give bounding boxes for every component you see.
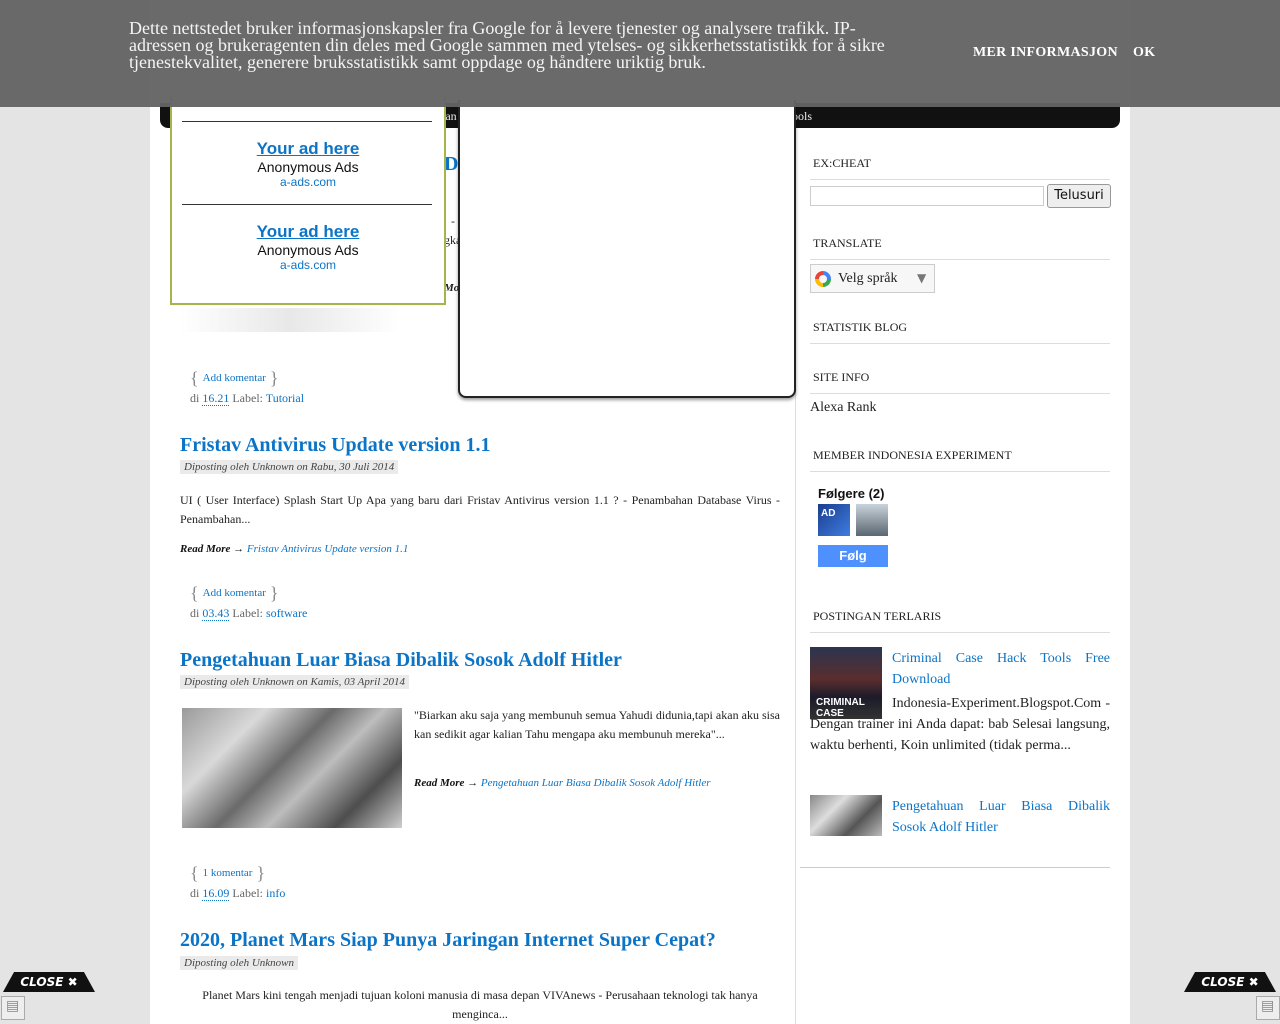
- readmore-label[interactable]: Read More: [414, 777, 464, 789]
- widget-title-popular: POSTINGAN TERLARIS: [810, 609, 1110, 633]
- ad-headline[interactable]: Your ad here: [172, 139, 444, 159]
- post-body: UI ( User Interface) Splash Start Up Apa…: [180, 493, 780, 526]
- brace-right: }: [269, 368, 279, 388]
- comment-row: {1 komentar}: [190, 863, 265, 884]
- post-footer: di 03.43 Label: software: [190, 606, 307, 621]
- avatar[interactable]: AD: [818, 504, 850, 536]
- translate-select[interactable]: Velg språk ▼: [810, 264, 935, 293]
- readmore-row: Read More → Fristav Antivirus Update ver…: [180, 543, 408, 555]
- post-title-partial[interactable]: D: [444, 153, 458, 176]
- follow-button[interactable]: Følg: [818, 545, 888, 567]
- broken-image-icon[interactable]: [1, 996, 25, 1020]
- ok-button[interactable]: OK: [1133, 45, 1155, 61]
- readmore-row: Read More → Pengetahuan Luar Biasa Dibal…: [414, 777, 710, 789]
- ad-subtitle: Anonymous Ads: [257, 242, 359, 258]
- post-label-link[interactable]: Tutorial: [266, 391, 304, 405]
- followers-count[interactable]: Følgere (2): [818, 486, 884, 501]
- widget-title-member: MEMBER INDONESIA EXPERIMENT: [810, 448, 1110, 472]
- brace-right: }: [256, 863, 266, 883]
- brace-left: {: [190, 583, 199, 603]
- comment-row: { Add komentar}: [190, 368, 279, 389]
- blank-popup-panel: [458, 100, 796, 398]
- more-info-button[interactable]: MER INFORMASJON: [973, 45, 1118, 61]
- post-image-partial: [180, 308, 400, 332]
- popular-post-snippet: Indonesia-Experiment.Blogspot.Com - Deng…: [810, 696, 1110, 753]
- ad-url[interactable]: a-ads.com: [172, 258, 444, 272]
- label-prefix: Label:: [232, 886, 263, 900]
- post-time-link[interactable]: 03.43: [202, 606, 230, 621]
- arrow-right-icon: →: [467, 777, 479, 789]
- post-footer: di 16.21 Label: Tutorial: [190, 391, 304, 406]
- post-title-hitler[interactable]: Pengetahuan Luar Biasa Dibalik Sosok Ado…: [180, 649, 622, 672]
- ad-slot[interactable]: Your ad here Anonymous Ads a-ads.com: [172, 139, 444, 189]
- post-time-link[interactable]: 16.21: [202, 391, 230, 406]
- cookie-text: Dette nettstedet bruker informasjonskaps…: [129, 18, 885, 72]
- search-button[interactable]: Telusuri: [1047, 184, 1111, 208]
- brace-right: }: [269, 583, 279, 603]
- readmore-link[interactable]: Pengetahuan Luar Biasa Dibalik Sosok Ado…: [481, 777, 711, 789]
- widget-title-stat: STATISTIK BLOG: [810, 320, 1110, 344]
- ad-subtitle: Anonymous Ads: [257, 159, 359, 175]
- footer-di: di: [190, 886, 200, 900]
- post-thumbnail-image[interactable]: [182, 708, 402, 828]
- post-meta: Diposting oleh Unknown on Kamis, 03 Apri…: [180, 675, 410, 689]
- post-title-mars[interactable]: 2020, Planet Mars Siap Punya Jaringan In…: [180, 929, 716, 952]
- comments-link[interactable]: 1 komentar: [203, 867, 253, 879]
- widget-title-siteinfo: SITE INFO: [810, 370, 1110, 394]
- arrow-right-icon: →: [233, 543, 245, 555]
- brace-left: {: [190, 863, 199, 883]
- readmore-link[interactable]: Fristav Antivirus Update version 1.1: [247, 543, 408, 555]
- alexa-rank-text: Alexa Rank: [810, 400, 877, 415]
- post-footer: di 16.09 Label: info: [190, 886, 285, 901]
- post-meta: Diposting oleh Unknown: [180, 956, 298, 970]
- ad-separator: [182, 204, 432, 205]
- post-body-partial: -: [451, 214, 455, 228]
- post-label-link[interactable]: info: [266, 886, 285, 900]
- widget-title-translate: TRANSLATE: [810, 236, 1110, 260]
- add-comment-link[interactable]: Add komentar: [203, 587, 266, 599]
- post-body: "Biarkan aku saja yang membunuh semua Ya…: [414, 708, 780, 741]
- post-label-link[interactable]: software: [266, 606, 307, 620]
- sidebar-bottom-divider: [800, 867, 1110, 868]
- comment-row: { Add komentar}: [190, 583, 279, 604]
- readmore-label[interactable]: Read More: [180, 543, 230, 555]
- popular-thumbnail[interactable]: [810, 795, 882, 836]
- google-icon: [815, 271, 831, 287]
- post-body: Planet Mars kini tengah menjadi tujuan k…: [202, 988, 758, 1021]
- avatar[interactable]: [856, 504, 888, 536]
- add-comment-link[interactable]: Add komentar: [203, 372, 266, 384]
- close-button-right[interactable]: CLOSE ✖: [1184, 972, 1276, 992]
- broken-image-icon[interactable]: [1256, 996, 1280, 1020]
- ad-slot[interactable]: Your ad here Anonymous Ads a-ads.com: [172, 222, 444, 272]
- cookie-banner: Dette nettstedet bruker informasjonskaps…: [0, 0, 1280, 107]
- translate-label: Velg språk: [838, 271, 898, 286]
- post-time-link[interactable]: 16.09: [202, 886, 230, 901]
- chevron-down-icon: ▼: [917, 271, 927, 285]
- ad-headline[interactable]: Your ad here: [172, 222, 444, 242]
- ad-overlay: Your ad here Anonymous Ads a-ads.com You…: [170, 95, 446, 305]
- brace-left: {: [190, 368, 199, 388]
- label-prefix: Label:: [232, 606, 263, 620]
- close-button-left[interactable]: CLOSE ✖: [3, 972, 95, 992]
- post-meta: Diposting oleh Unknown on Rabu, 30 Juli …: [180, 460, 399, 474]
- footer-di: di: [190, 606, 200, 620]
- label-prefix: Label:: [232, 391, 263, 405]
- widget-title-excheat: EX:CHEAT: [810, 156, 1110, 180]
- popular-post-title[interactable]: Pengetahuan Luar Biasa Dibalik Sosok Ado…: [892, 796, 1110, 838]
- ad-separator: [182, 121, 432, 122]
- search-input[interactable]: [810, 186, 1044, 206]
- ad-url[interactable]: a-ads.com: [172, 175, 444, 189]
- popular-post-title[interactable]: Criminal Case Hack Tools Free Download: [892, 648, 1110, 690]
- post-title-fristav[interactable]: Fristav Antivirus Update version 1.1: [180, 434, 491, 457]
- footer-di: di: [190, 391, 200, 405]
